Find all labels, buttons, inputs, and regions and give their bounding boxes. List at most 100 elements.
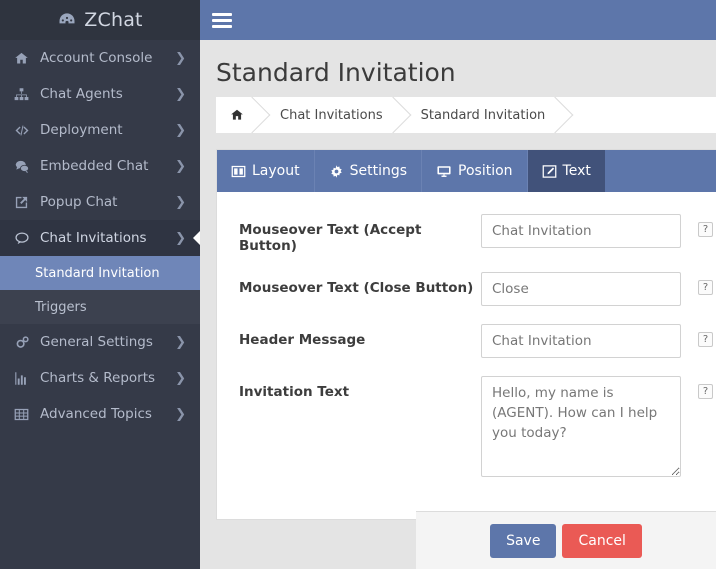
chevron-right-icon: ❯ <box>175 86 186 102</box>
breadcrumb-home[interactable] <box>216 97 264 133</box>
field-wrapper <box>481 324 681 359</box>
table-icon <box>14 407 36 422</box>
tab-layout[interactable]: Layout <box>217 150 315 192</box>
tab-position[interactable]: Position <box>422 150 528 192</box>
page-title: Standard Invitation <box>216 58 456 87</box>
help-icon[interactable]: ? <box>698 222 713 237</box>
sidebar-subitem-label: Standard Invitation <box>35 265 160 281</box>
sidebar-item-standard-invitation[interactable]: Standard Invitation <box>0 256 200 290</box>
chevron-down-icon: ❯ <box>175 230 186 246</box>
sidebar-item-label: Advanced Topics <box>40 406 152 422</box>
help-icon[interactable]: ? <box>698 280 713 296</box>
sidebar-item-label: Account Console <box>40 50 153 66</box>
breadcrumb-item-chat-invitations[interactable]: Chat Invitations <box>264 97 405 133</box>
sidebar-item-label: General Settings <box>40 334 153 350</box>
help-icon[interactable]: ? <box>698 332 713 348</box>
active-pointer <box>193 230 200 246</box>
sidebar-item-general-settings[interactable]: General Settings ❯ <box>0 324 200 360</box>
header-message-input[interactable] <box>481 324 681 359</box>
field-label: Header Message <box>239 332 366 349</box>
breadcrumb: Chat Invitations Standard Invitation <box>216 97 716 133</box>
top-bar <box>200 0 716 40</box>
brand-name: ZChat <box>84 9 143 31</box>
external-link-icon <box>14 195 36 210</box>
sidebar-item-label: Chat Invitations <box>40 230 147 246</box>
sidebar-nav: Account Console ❯ Chat Agents ❯ Deployme… <box>0 40 200 432</box>
sidebar-item-deployment[interactable]: Deployment ❯ <box>0 112 200 148</box>
comment-icon <box>14 231 36 246</box>
sidebar-item-account-console[interactable]: Account Console ❯ <box>0 40 200 76</box>
sidebar-submenu-chat-invitations: Standard Invitation Triggers <box>0 256 200 324</box>
mouseover-accept-input[interactable] <box>481 214 681 248</box>
field-label: Invitation Text <box>239 384 350 401</box>
invitation-text-textarea[interactable] <box>481 376 681 478</box>
form-row-header-message: Header Message ? <box>217 324 716 359</box>
breadcrumb-label: Standard Invitation <box>420 107 546 123</box>
main-content: Standard Invitation Chat Invitations Sta… <box>200 0 716 569</box>
form-row-mouseover-close: Mouseover Text (Close Button) ? <box>217 272 716 307</box>
sidebar-item-embedded-chat[interactable]: Embedded Chat ❯ <box>0 148 200 184</box>
breadcrumb-item-standard-invitation[interactable]: Standard Invitation <box>405 97 568 133</box>
tab-label: Text <box>562 163 591 179</box>
field-wrapper <box>481 376 681 481</box>
hamburger-line <box>212 24 232 28</box>
tab-settings[interactable]: Settings <box>315 150 423 192</box>
sidebar-item-triggers[interactable]: Triggers <box>0 290 200 324</box>
chevron-right-icon: ❯ <box>175 406 186 422</box>
bar-chart-icon <box>14 371 36 386</box>
dashboard-gauge-icon <box>57 10 77 30</box>
sidebar-item-chat-agents[interactable]: Chat Agents ❯ <box>0 76 200 112</box>
home-icon <box>230 108 244 122</box>
form-actions: Save Cancel <box>416 511 716 569</box>
hamburger-line <box>212 12 232 16</box>
hamburger-icon[interactable] <box>212 10 232 31</box>
help-icon[interactable]: ? <box>698 384 713 400</box>
sidebar-item-advanced-topics[interactable]: Advanced Topics ❯ <box>0 396 200 432</box>
home-icon <box>14 51 36 66</box>
columns-icon <box>231 164 246 179</box>
tab-bar: Layout Settings Position Text <box>217 150 716 192</box>
chevron-right-icon: ❯ <box>175 158 186 174</box>
tab-label: Layout <box>252 163 300 179</box>
pencil-square-icon <box>542 164 557 179</box>
hamburger-line <box>212 18 232 22</box>
tab-panel-text: Mouseover Text (Accept Button) ? Mouseov… <box>217 192 716 519</box>
desktop-icon <box>436 164 452 179</box>
chevron-right-icon: ❯ <box>175 334 186 350</box>
app-root: ZChat Account Console ❯ Chat Agents ❯ De… <box>0 0 716 569</box>
sidebar-item-charts-reports[interactable]: Charts & Reports ❯ <box>0 360 200 396</box>
chevron-right-icon: ❯ <box>175 122 186 138</box>
sidebar-subitem-label: Triggers <box>35 299 87 315</box>
sidebar: ZChat Account Console ❯ Chat Agents ❯ De… <box>0 0 200 569</box>
settings-panel: Layout Settings Position Text Mouseover … <box>216 149 716 520</box>
form-row-mouseover-accept: Mouseover Text (Accept Button) ? <box>217 214 716 254</box>
sidebar-item-label: Deployment <box>40 122 123 138</box>
field-label: Mouseover Text (Accept Button) <box>239 222 422 255</box>
field-wrapper <box>481 214 681 248</box>
form-row-invitation-text: Invitation Text ? <box>217 376 716 481</box>
chevron-right-icon: ❯ <box>175 50 186 66</box>
sidebar-item-label: Popup Chat <box>40 194 118 210</box>
brand-header[interactable]: ZChat <box>0 0 200 40</box>
tab-text[interactable]: Text <box>527 150 605 192</box>
cancel-button[interactable]: Cancel <box>562 523 642 558</box>
field-wrapper <box>481 272 681 307</box>
sidebar-item-label: Charts & Reports <box>40 370 156 386</box>
gear-icon <box>329 164 344 179</box>
chevron-right-icon: ❯ <box>175 194 186 210</box>
sidebar-item-chat-invitations[interactable]: Chat Invitations ❯ <box>0 220 200 256</box>
sidebar-item-popup-chat[interactable]: Popup Chat ❯ <box>0 184 200 220</box>
save-button[interactable]: Save <box>490 523 557 558</box>
field-label: Mouseover Text (Close Button) <box>239 280 474 297</box>
sidebar-item-label: Chat Agents <box>40 86 123 102</box>
comments-icon <box>14 159 36 174</box>
cogs-icon <box>14 335 36 350</box>
chevron-right-icon: ❯ <box>175 370 186 386</box>
mouseover-close-input[interactable] <box>481 272 681 307</box>
sitemap-icon <box>14 87 36 102</box>
tab-label: Settings <box>349 163 408 179</box>
breadcrumb-label: Chat Invitations <box>280 107 383 123</box>
code-icon <box>14 123 36 138</box>
tab-label: Position <box>458 163 513 179</box>
sidebar-item-label: Embedded Chat <box>40 158 149 174</box>
